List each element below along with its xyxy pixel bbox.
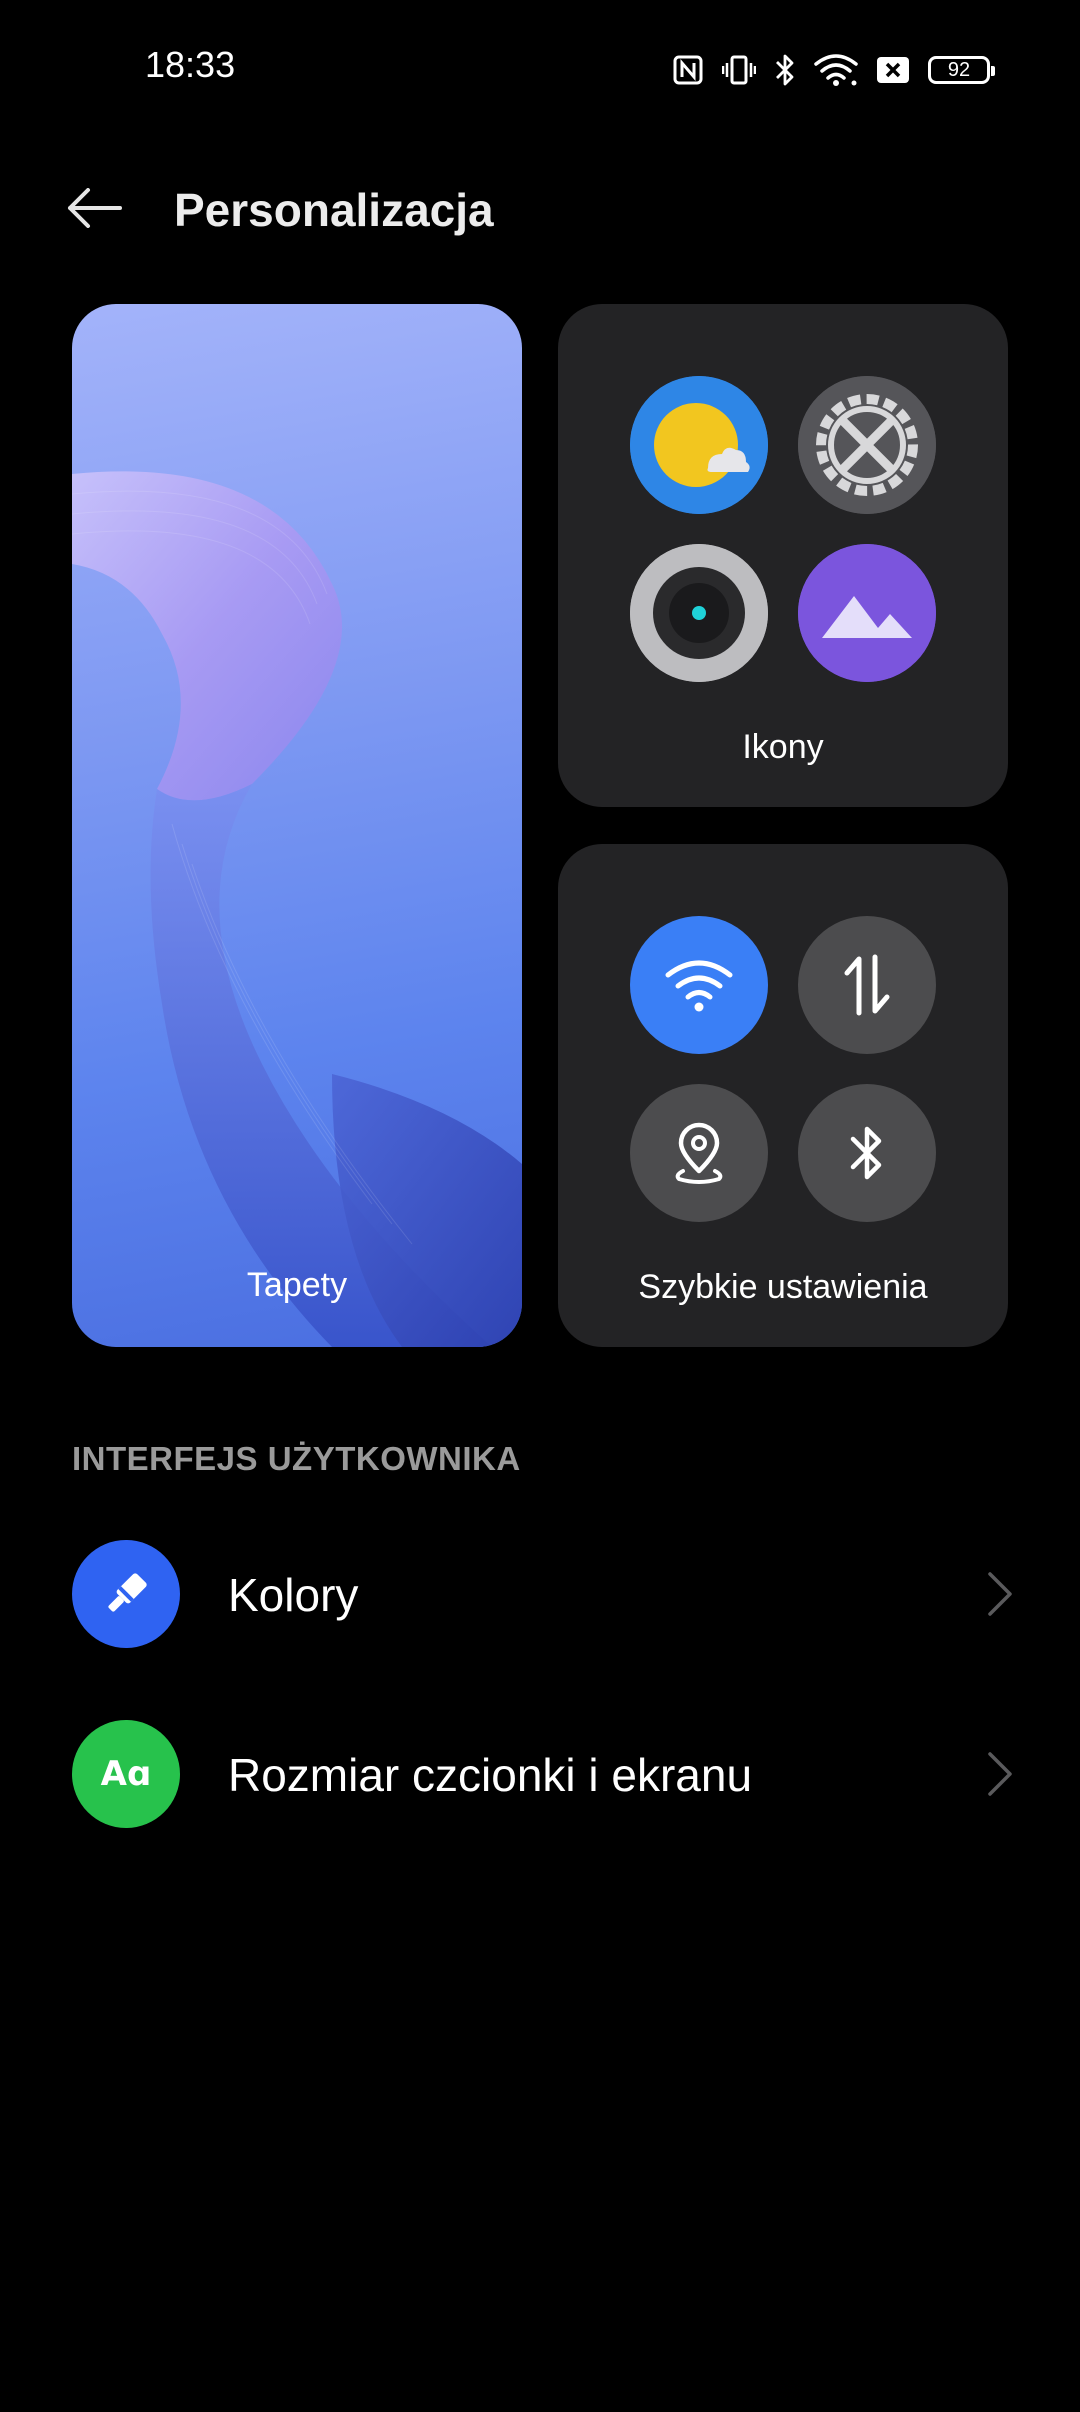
list-item-colors[interactable]: Kolory — [0, 1530, 1080, 1660]
battery-icon: 92 — [928, 56, 995, 84]
bluetooth-icon — [774, 53, 796, 87]
back-button[interactable] — [62, 182, 126, 238]
wifi-icon — [814, 53, 858, 87]
section-header: INTERFEJS UŻYTKOWNIKA — [72, 1440, 521, 1477]
status-time: 18:33 — [145, 44, 236, 85]
status-bar: 18:33 92 — [0, 0, 1080, 140]
quick-settings-card[interactable]: Szybkie ustawienia — [558, 844, 1008, 1347]
battery-level: 92 — [947, 58, 971, 81]
mobile-data-icon — [798, 916, 936, 1054]
arrow-left-icon — [66, 187, 122, 233]
qs-wifi-icon — [630, 916, 768, 1054]
paint-brush-icon — [72, 1540, 180, 1648]
chevron-right-icon — [986, 1750, 1014, 1803]
vibrate-icon — [722, 54, 756, 86]
list-item-label: Kolory — [228, 1569, 359, 1621]
no-sim-icon — [876, 56, 910, 84]
page-title: Personalizacja — [174, 184, 494, 236]
camera-icon — [630, 544, 768, 682]
status-icons: 92 — [672, 50, 995, 90]
icons-label: Ikony — [742, 728, 824, 766]
wallpaper-label: Tapety — [246, 1266, 348, 1304]
header: Personalizacja — [0, 160, 1080, 260]
wallpaper-preview — [72, 471, 522, 1347]
quick-settings-label: Szybkie ustawienia — [638, 1268, 928, 1306]
list-item-label: Rozmiar czcionki i ekranu — [228, 1749, 753, 1801]
wallpaper-card[interactable]: Tapety — [72, 304, 522, 1347]
font-size-icon-text: Aɑ — [100, 1754, 152, 1794]
nfc-icon — [672, 54, 704, 86]
font-size-icon: Aɑ — [72, 1720, 180, 1828]
gallery-mountain-icon — [798, 544, 936, 682]
settings-gear-icon — [798, 376, 936, 514]
list-item-font-size[interactable]: Aɑ Rozmiar czcionki i ekranu — [0, 1710, 1080, 1840]
bluetooth-icon — [798, 1084, 936, 1222]
weather-icon — [630, 376, 768, 514]
chevron-right-icon — [986, 1570, 1014, 1623]
location-icon — [630, 1084, 768, 1222]
icons-card[interactable]: Ikony — [558, 304, 1008, 807]
